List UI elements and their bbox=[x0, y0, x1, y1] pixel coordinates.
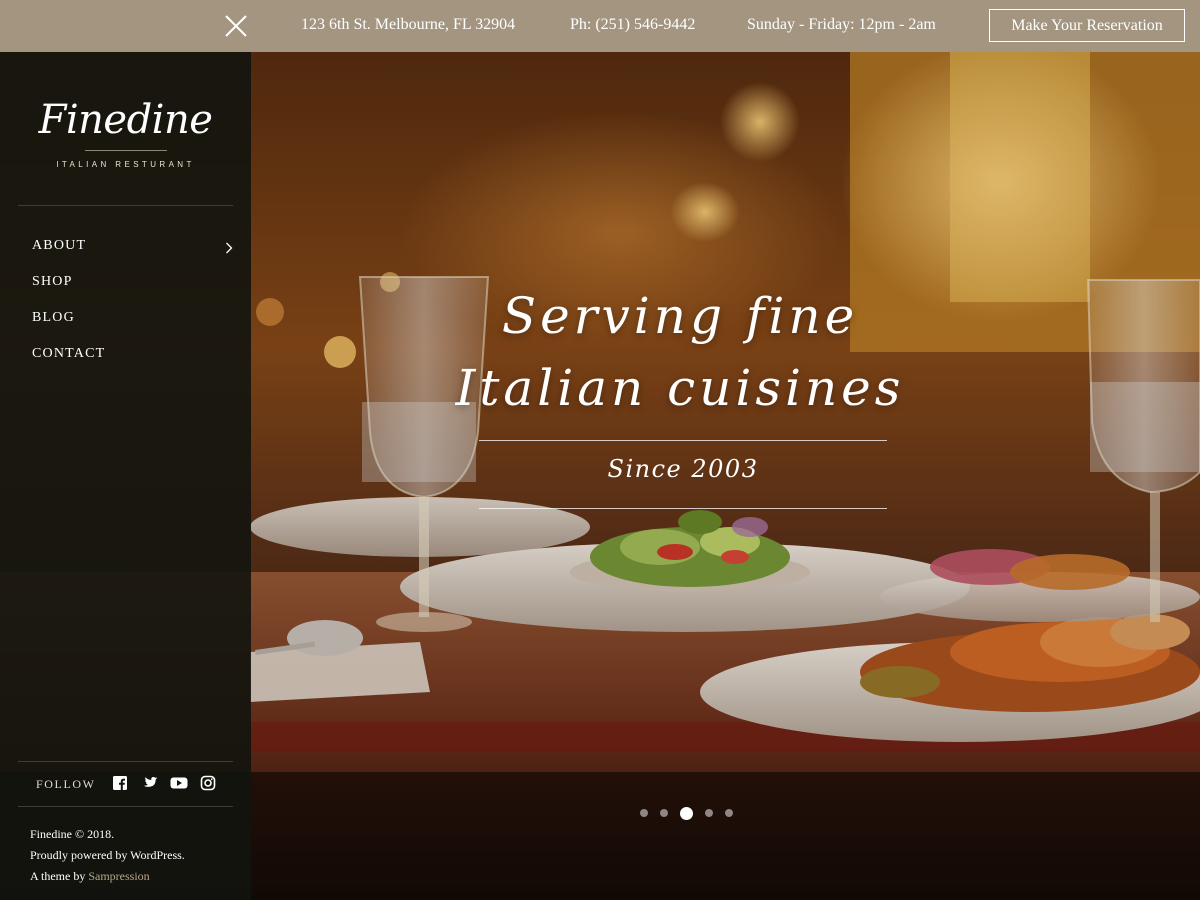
nav-item-shop[interactable]: SHOP bbox=[18, 264, 233, 300]
chevron-right-icon[interactable] bbox=[225, 241, 233, 259]
close-icon[interactable] bbox=[222, 12, 250, 40]
youtube-icon[interactable] bbox=[170, 775, 188, 793]
powered-by-text: Proudly powered by WordPress. bbox=[30, 848, 185, 862]
copyright-text: Finedine © 2018. bbox=[30, 827, 115, 841]
sidebar-divider-top bbox=[18, 205, 233, 206]
slider-pagination bbox=[640, 806, 745, 820]
nav-item-contact[interactable]: CONTACT bbox=[18, 336, 233, 372]
phone-text: Ph: (251) 546-9442 bbox=[570, 16, 696, 33]
logo-name: Finedine bbox=[38, 97, 213, 143]
hero-divider-bottom bbox=[479, 508, 887, 509]
hero-divider-top bbox=[479, 440, 887, 441]
follow-label: FOLLOW bbox=[36, 777, 96, 791]
slider-dot-4[interactable] bbox=[705, 809, 713, 817]
nav-item-about[interactable]: ABOUT bbox=[18, 228, 233, 264]
slider-dot-1[interactable] bbox=[640, 809, 648, 817]
twitter-icon[interactable] bbox=[141, 775, 159, 793]
hero-title-line-1: Serving fine bbox=[501, 287, 859, 345]
top-bar: 123 6th St. Melbourne, FL 32904 Ph: (251… bbox=[0, 0, 1200, 52]
facebook-icon[interactable] bbox=[112, 775, 130, 793]
nav-item-label: ABOUT bbox=[32, 238, 87, 253]
hero-title: Serving fine Italian cuisines bbox=[430, 280, 930, 424]
theme-credit-prefix: A theme by bbox=[30, 869, 86, 883]
footer-credits: Finedine © 2018. Proudly powered by Word… bbox=[30, 824, 185, 887]
instagram-icon[interactable] bbox=[200, 775, 218, 793]
slider-dot-3-active[interactable] bbox=[680, 806, 693, 820]
slider-dot-5[interactable] bbox=[725, 809, 733, 817]
address-text: 123 6th St. Melbourne, FL 32904 bbox=[301, 16, 516, 33]
hours-text: Sunday - Friday: 12pm - 2am bbox=[747, 16, 936, 33]
site-logo[interactable]: Finedine ITALIAN RESTURANT bbox=[0, 100, 251, 169]
nav-item-blog[interactable]: BLOG bbox=[18, 300, 233, 336]
nav-item-label: BLOG bbox=[32, 310, 75, 325]
logo-divider bbox=[84, 150, 167, 151]
follow-section: FOLLOW bbox=[18, 762, 233, 806]
theme-credit: A theme by Sampression bbox=[30, 866, 185, 887]
sidebar: Finedine ITALIAN RESTURANT ABOUT SHOP BL… bbox=[0, 52, 251, 900]
logo-tagline: ITALIAN RESTURANT bbox=[56, 160, 195, 169]
hero-subtitle: Since 2003 bbox=[607, 455, 759, 483]
nav-item-label: CONTACT bbox=[32, 346, 106, 361]
nav-item-label: SHOP bbox=[32, 274, 73, 289]
sampression-link[interactable]: Sampression bbox=[88, 869, 149, 883]
sidebar-divider-follow-bottom bbox=[18, 806, 233, 807]
main-navigation: ABOUT SHOP BLOG CONTACT bbox=[18, 228, 233, 372]
make-reservation-button[interactable]: Make Your Reservation bbox=[989, 9, 1185, 42]
hero-title-line-2: Italian cuisines bbox=[455, 359, 905, 417]
slider-dot-2[interactable] bbox=[660, 809, 668, 817]
